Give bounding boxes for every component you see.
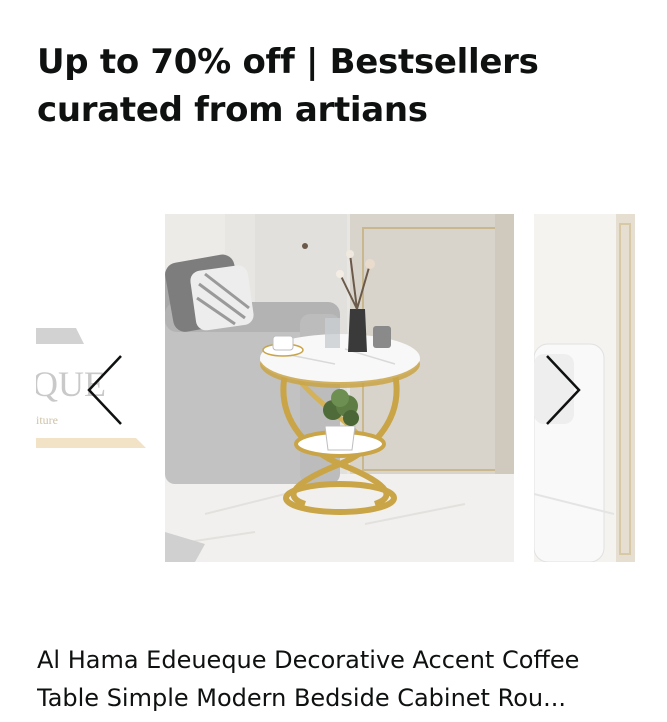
carousel-next-button[interactable] bbox=[538, 350, 588, 430]
product-carousel: QUE iture bbox=[0, 200, 667, 580]
brand-subtext: iture bbox=[36, 413, 58, 427]
section-title: Up to 70% off | Bestsellers curated from… bbox=[37, 42, 539, 130]
carousel-prev-button[interactable] bbox=[80, 350, 130, 430]
carousel-card-current[interactable] bbox=[165, 214, 514, 562]
chevron-left-icon bbox=[87, 355, 122, 425]
product-title-link[interactable]: Al Hama Edeueque Decorative Accent Coffe… bbox=[37, 641, 637, 717]
product-image bbox=[165, 214, 514, 562]
chevron-right-icon bbox=[546, 355, 581, 425]
